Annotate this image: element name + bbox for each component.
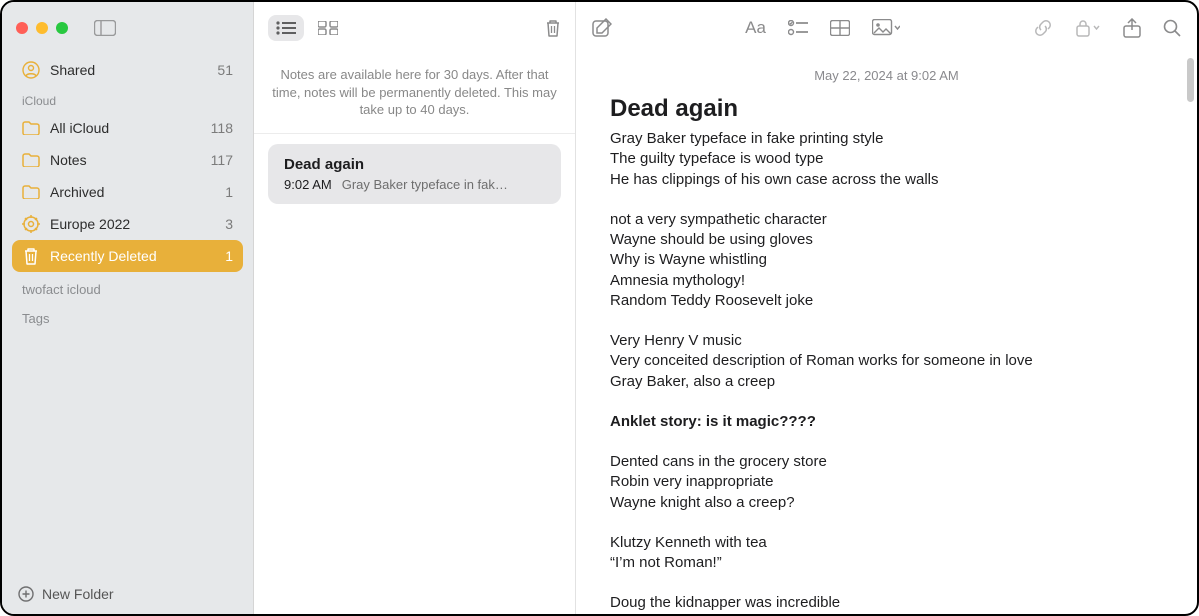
sidebar-account-label[interactable]: twofact icloud [12, 272, 243, 301]
note-body-line: Very conceited description of Roman work… [610, 351, 1163, 371]
search-button[interactable] [1163, 19, 1181, 37]
new-folder-label: New Folder [42, 586, 114, 602]
media-menu-button[interactable] [872, 19, 900, 37]
note-body-line: Klutzy Kenneth with tea [610, 533, 1163, 553]
sidebar-item-all-icloud[interactable]: All iCloud 118 [12, 112, 243, 144]
note-body-line: Wayne knight also a creep? [610, 493, 1163, 513]
sidebar-item-europe-2022[interactable]: Europe 2022 3 [12, 208, 243, 240]
sidebar-content: Shared 51 iCloud All iCloud 118 Notes 117 Ar… [2, 54, 253, 574]
minimize-window-button[interactable] [36, 22, 48, 34]
sidebar-item-recently-deleted[interactable]: Recently Deleted 1 [12, 240, 243, 272]
sidebar-item-count: 118 [211, 120, 233, 136]
editor-toolbar: Aa [576, 2, 1197, 54]
note-body-line [610, 190, 1163, 210]
note-title: Dead again [610, 95, 1163, 123]
folder-icon [22, 153, 40, 167]
note-body-line: Very Henry V music [610, 331, 1163, 351]
toggle-sidebar-button[interactable] [94, 20, 116, 36]
note-body-line: Gray Baker typeface in fake printing sty… [610, 129, 1163, 149]
editor-column: Aa May 22, 2024 [576, 2, 1197, 614]
lock-menu-button[interactable] [1075, 19, 1101, 37]
traffic-lights [16, 22, 68, 34]
note-body: Gray Baker typeface in fake printing sty… [610, 129, 1163, 614]
sidebar-item-label: Europe 2022 [50, 216, 130, 232]
note-body-line: Random Teddy Roosevelt joke [610, 291, 1163, 311]
note-body-line: Dented cans in the grocery store [610, 452, 1163, 472]
note-body-line: He has clippings of his own case across … [610, 170, 1163, 190]
note-body-line [610, 392, 1163, 412]
note-body-line: Wayne should be using gloves [610, 230, 1163, 250]
note-body-line [610, 311, 1163, 331]
note-item-title: Dead again [284, 156, 545, 173]
compose-button[interactable] [592, 18, 612, 38]
app-window: Shared 51 iCloud All iCloud 118 Notes 117 Ar… [0, 0, 1199, 616]
note-body-line: Why is Wayne whistling [610, 250, 1163, 270]
zoom-window-button[interactable] [56, 22, 68, 34]
sidebar-item-count: 3 [225, 216, 233, 232]
gear-icon [22, 215, 40, 233]
format-button[interactable]: Aa [745, 18, 766, 38]
note-body-line: “I’m not Roman!” [610, 553, 1163, 573]
note-item-time: 9:02 AM [284, 177, 332, 192]
note-list-item[interactable]: Dead again 9:02 AM Gray Baker typeface i… [268, 144, 561, 204]
link-button[interactable] [1033, 18, 1053, 38]
list-toolbar [254, 2, 575, 54]
delete-note-button[interactable] [545, 19, 561, 37]
sidebar-item-label: Shared [50, 62, 95, 78]
sidebar-item-count: 1 [225, 248, 233, 264]
note-body-line [610, 573, 1163, 593]
note-body-line: Robin very inappropriate [610, 472, 1163, 492]
sidebar-item-label: Archived [50, 184, 104, 200]
note-body-line [610, 432, 1163, 452]
notes-list-column: Notes are available here for 30 days. Af… [254, 2, 576, 614]
new-folder-button[interactable]: New Folder [2, 574, 253, 614]
note-body-line [610, 513, 1163, 533]
note-body-line: He knew karate [610, 614, 1163, 615]
sidebar-item-label: Recently Deleted [50, 248, 157, 264]
checklist-button[interactable] [788, 20, 808, 36]
sidebar-item-shared[interactable]: Shared 51 [12, 54, 243, 86]
window-titlebar [2, 2, 253, 54]
folder-icon [22, 185, 40, 199]
note-body-line: Gray Baker, also a creep [610, 372, 1163, 392]
note-body-line: Anklet story: is it magic???? [610, 412, 1163, 432]
sidebar-tags-label[interactable]: Tags [12, 301, 243, 330]
sidebar-item-label: Notes [50, 152, 87, 168]
note-item-preview: Gray Baker typeface in fak… [342, 177, 508, 192]
sidebar-section: All iCloud 118 Notes 117 Archived 1 Europe 202… [12, 112, 243, 272]
table-button[interactable] [830, 20, 850, 36]
folder-icon [22, 121, 40, 135]
note-body-line: The guilty typeface is wood type [610, 149, 1163, 169]
note-body-line: Doug the kidnapper was incredible [610, 593, 1163, 613]
note-body-line: not a very sympathetic character [610, 210, 1163, 230]
trash-icon [22, 247, 40, 265]
close-window-button[interactable] [16, 22, 28, 34]
sidebar-item-count: 51 [217, 62, 233, 78]
sidebar-item-count: 117 [211, 152, 233, 168]
person-circle-icon [22, 61, 40, 79]
plus-circle-icon [18, 586, 34, 602]
sidebar-section-label: iCloud [12, 86, 243, 112]
note-editor[interactable]: May 22, 2024 at 9:02 AM Dead again Gray … [576, 54, 1197, 614]
sidebar-item-label: All iCloud [50, 120, 109, 136]
scrollbar-thumb[interactable] [1187, 58, 1194, 102]
list-view-button[interactable] [268, 15, 304, 41]
note-body-line: Amnesia mythology! [610, 271, 1163, 291]
sidebar: Shared 51 iCloud All iCloud 118 Notes 117 Ar… [2, 2, 254, 614]
sidebar-item-archived[interactable]: Archived 1 [12, 176, 243, 208]
sidebar-item-notes[interactable]: Notes 117 [12, 144, 243, 176]
note-timestamp: May 22, 2024 at 9:02 AM [610, 68, 1163, 83]
share-button[interactable] [1123, 18, 1141, 38]
gallery-view-button[interactable] [318, 21, 338, 35]
deleted-notes-banner: Notes are available here for 30 days. Af… [254, 54, 575, 134]
sidebar-item-count: 1 [225, 184, 233, 200]
